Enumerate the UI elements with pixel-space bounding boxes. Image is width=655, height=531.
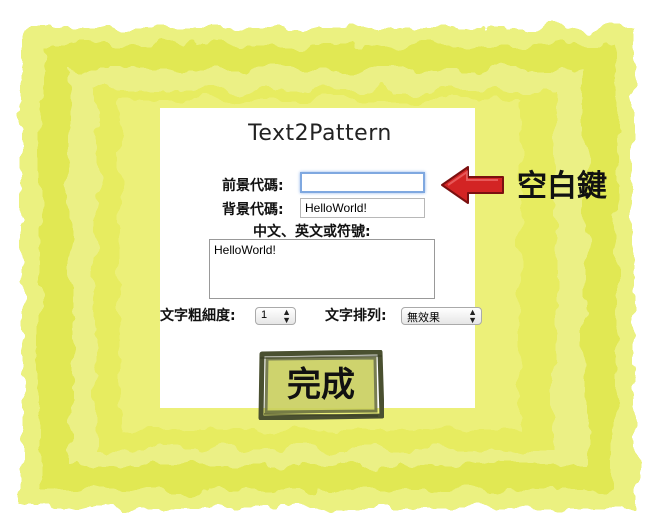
weight-select-value: 1: [261, 309, 268, 321]
foreground-label: 前景代碼:: [222, 178, 284, 194]
red-arrow-icon: [441, 166, 504, 204]
submit-label: 完成: [287, 365, 355, 405]
submit-button[interactable]: 完成: [258, 349, 385, 421]
weight-select[interactable]: 1 ▲ ▼: [255, 307, 296, 325]
text-label: 中文、英文或符號:: [253, 224, 371, 240]
background-input[interactable]: [300, 198, 425, 218]
arrange-select[interactable]: 無效果 ▲ ▼: [401, 307, 482, 325]
updown-arrow-icon: ▲ ▼: [468, 307, 477, 325]
text-input[interactable]: HelloWorld!: [209, 239, 435, 299]
updown-arrow-icon: ▲ ▼: [282, 307, 291, 325]
arrange-label: 文字排列:: [325, 308, 387, 324]
arrange-select-value: 無效果: [407, 312, 440, 324]
background-label: 背景代碼:: [222, 202, 284, 218]
foreground-input[interactable]: [300, 172, 425, 193]
page-title: Text2Pattern: [248, 121, 392, 146]
weight-label: 文字粗細度:: [160, 308, 236, 324]
annotation-text: 空白鍵: [517, 169, 607, 204]
